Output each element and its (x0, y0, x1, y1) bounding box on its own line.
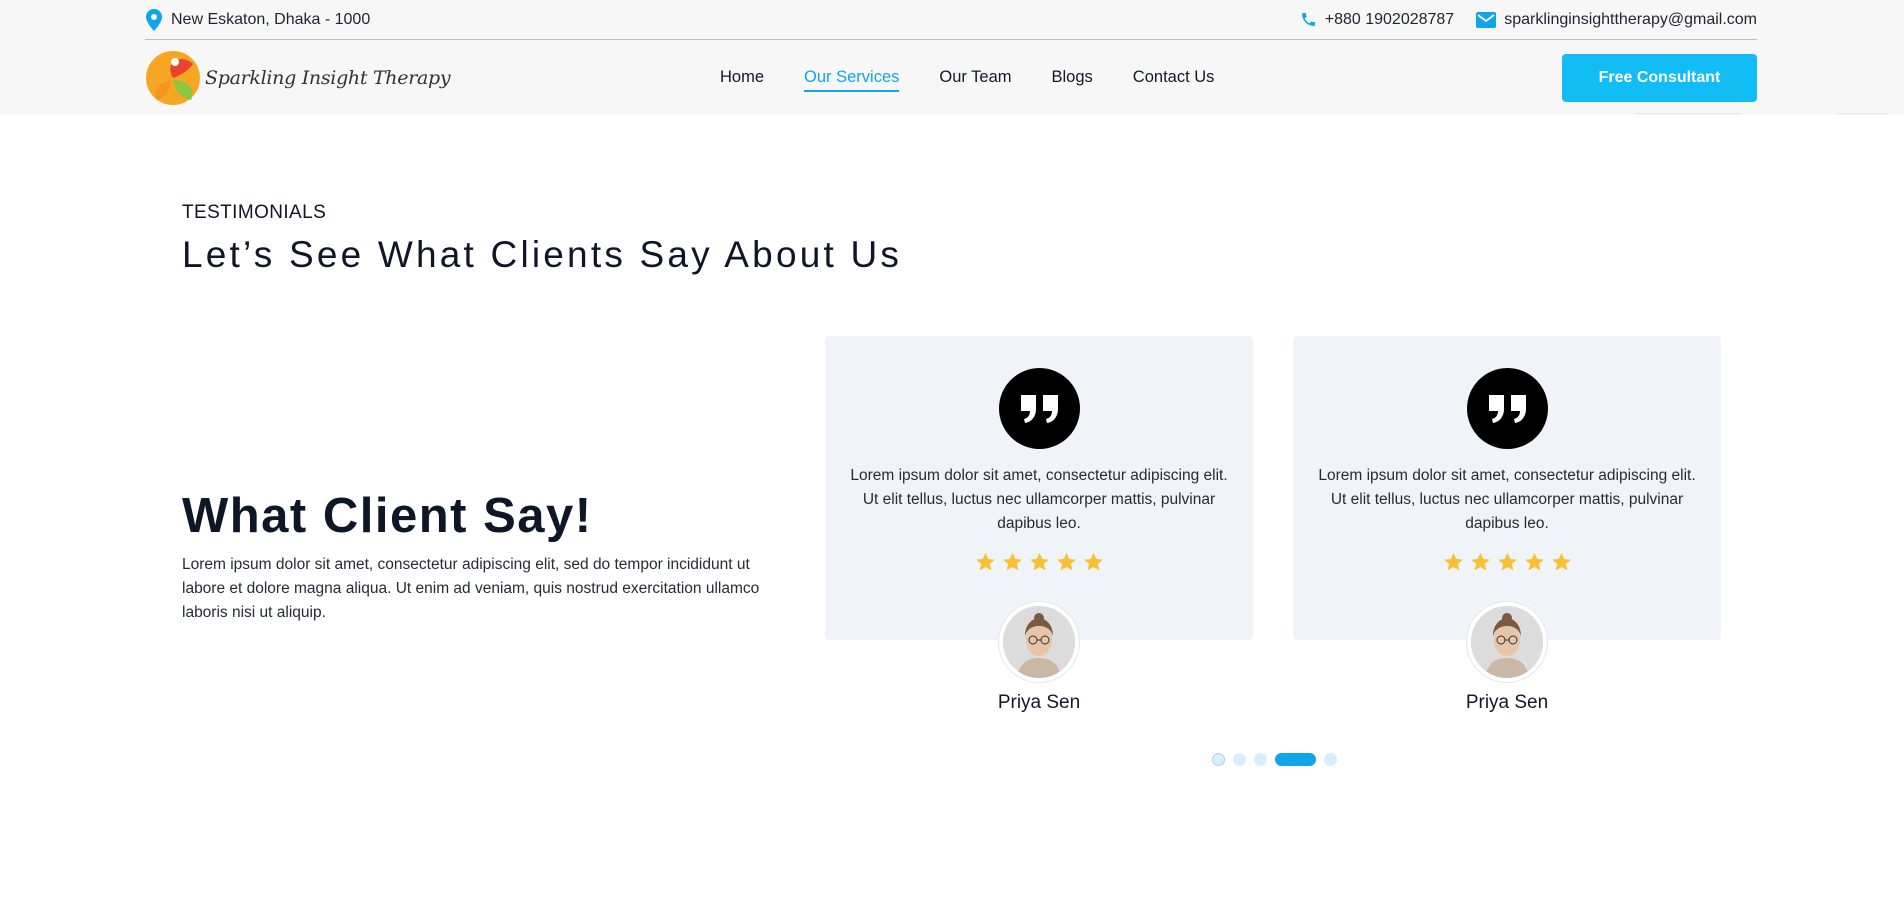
section-title: Let’s See What Clients Say About Us (182, 234, 903, 275)
star-rating (825, 552, 1253, 572)
phone-icon (1301, 13, 1315, 26)
nav-link-our-services[interactable]: Our Services (804, 64, 900, 92)
star-icon (1056, 552, 1076, 571)
carousel-dot-active[interactable] (1275, 753, 1316, 766)
nav-link-blogs[interactable]: Blogs (1052, 64, 1093, 91)
intro-text: Lorem ipsum dolor sit amet, consectetur … (182, 556, 760, 621)
carousel-pagination (1212, 753, 1337, 766)
location-pin-icon (146, 8, 162, 31)
star-icon (1497, 552, 1517, 571)
star-icon (975, 552, 995, 571)
star-rating (1293, 552, 1721, 572)
quote-icon (1020, 394, 1058, 423)
carousel-dot[interactable] (1233, 753, 1246, 766)
quote-badge (1467, 368, 1548, 449)
divider (1838, 113, 1888, 116)
client-name: Priya Sen (1465, 692, 1549, 713)
logo-wordmark: Sparkling Insight Therapy (205, 67, 451, 89)
nav-link-our-team[interactable]: Our Team (939, 64, 1011, 91)
nav-link-contact-us[interactable]: Contact Us (1133, 64, 1215, 91)
phone-text: +880 1902028787 (1324, 10, 1455, 28)
quote-badge (999, 368, 1080, 449)
testimonial-text: Lorem ipsum dolor sit amet, consectetur … (1318, 467, 1696, 532)
person-photo (1003, 606, 1075, 678)
email-text: sparklinginsighttherapy@gmail.com (1504, 10, 1757, 28)
intro-title: What Client Say! (182, 489, 593, 543)
nav-link-home[interactable]: Home (720, 64, 764, 91)
primary-nav: Home Our Services Our Team Blogs Contact… (720, 40, 1214, 115)
quote-icon (1488, 394, 1526, 423)
free-consultant-button[interactable]: Free Consultant (1562, 54, 1757, 102)
client-avatar (999, 602, 1079, 682)
carousel-dot[interactable] (1254, 753, 1267, 766)
testimonial-text: Lorem ipsum dolor sit amet, consectetur … (850, 467, 1228, 532)
phone-info[interactable]: +880 1902028787 (1300, 11, 1454, 29)
person-photo (1471, 606, 1543, 678)
main-nav-row: Sparkling Insight Therapy Home Our Servi… (145, 40, 1757, 115)
carousel-dot[interactable] (1324, 753, 1337, 766)
top-info-bar: New Eskaton, Dhaka - 1000 +880 190202878… (145, 0, 1757, 40)
star-icon (1470, 552, 1490, 571)
star-icon (1083, 552, 1103, 571)
client-name: Priya Sen (997, 692, 1081, 713)
address-info: New Eskaton, Dhaka - 1000 (145, 8, 371, 31)
site-logo[interactable]: Sparkling Insight Therapy (145, 50, 451, 106)
star-icon (1029, 552, 1049, 571)
star-icon (1551, 552, 1571, 571)
email-info[interactable]: sparklinginsighttherapy@gmail.com (1476, 11, 1757, 29)
divider (1635, 113, 1740, 116)
logo-mark-icon (146, 51, 200, 105)
address-text: New Eskaton, Dhaka - 1000 (171, 10, 371, 28)
carousel-dot[interactable] (1212, 753, 1225, 766)
site-header: New Eskaton, Dhaka - 1000 +880 190202878… (0, 0, 1904, 115)
section-eyebrow: TESTIMONIALS (182, 202, 327, 223)
testimonial-card: Lorem ipsum dolor sit amet, consectetur … (825, 336, 1253, 713)
mail-icon (1476, 11, 1497, 28)
star-icon (1524, 552, 1544, 571)
star-icon (1002, 552, 1022, 571)
star-icon (1443, 552, 1463, 571)
testimonial-card: Lorem ipsum dolor sit amet, consectetur … (1293, 336, 1721, 713)
client-avatar (1467, 602, 1547, 682)
